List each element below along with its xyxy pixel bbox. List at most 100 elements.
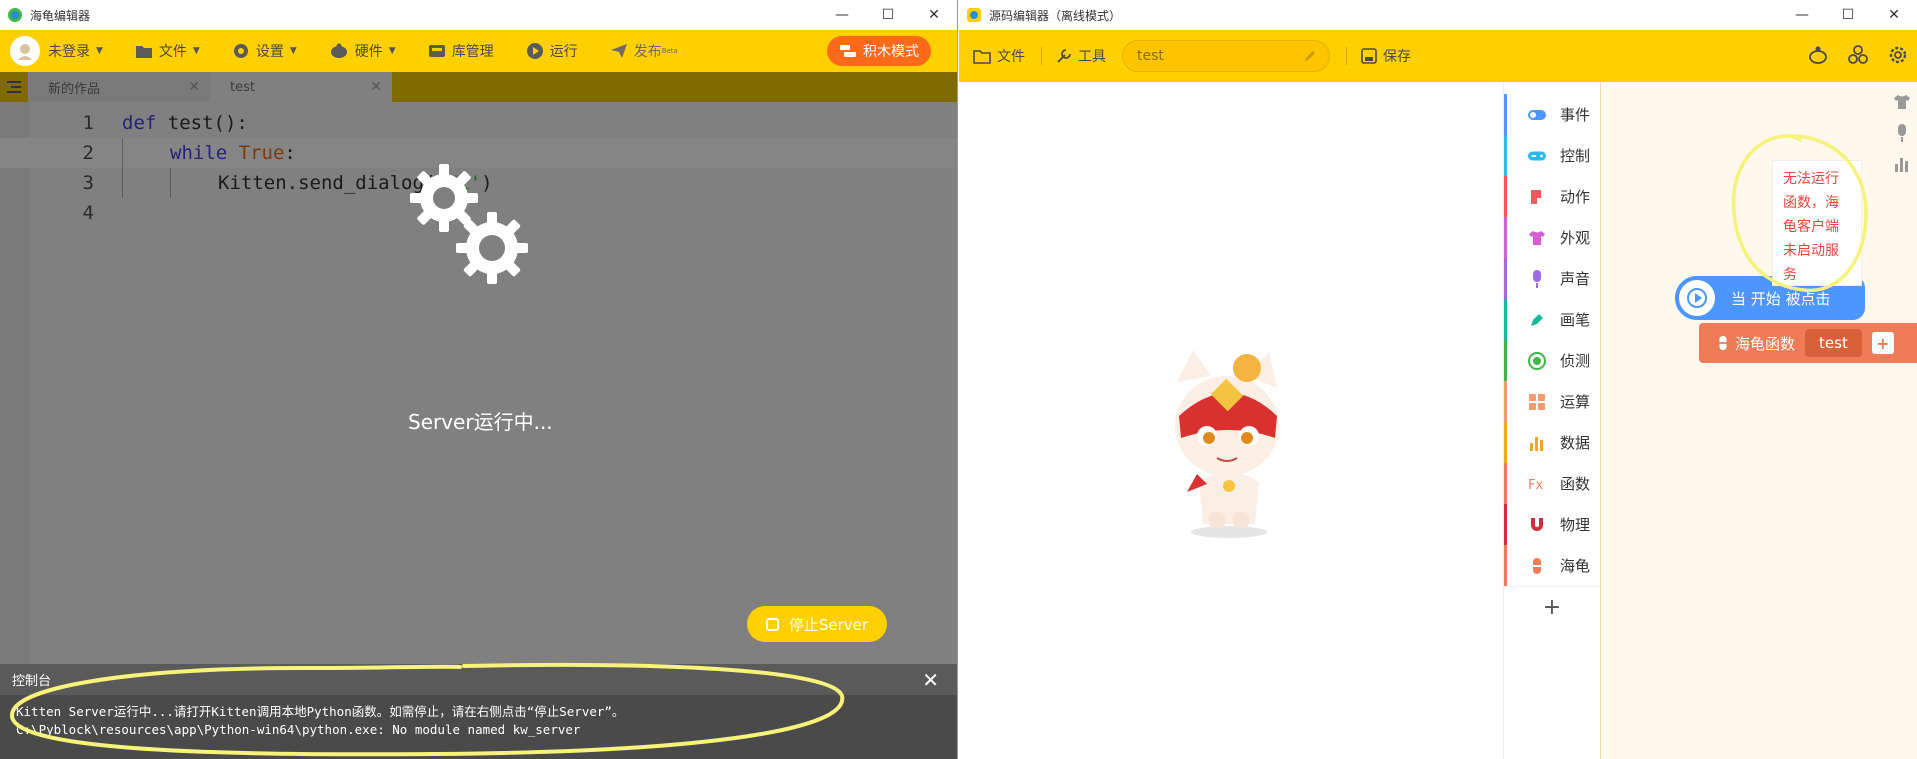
close-button[interactable]: ✕	[1871, 0, 1917, 30]
category-sound[interactable]: 声音	[1504, 258, 1600, 299]
toolbar-right-icons	[1789, 44, 1909, 66]
category-color-bar	[1504, 217, 1507, 258]
window-title: 源码编辑器（离线模式）	[989, 8, 1122, 23]
save-button[interactable]: 保存	[1361, 46, 1411, 66]
function-icon: Fx	[1528, 475, 1546, 493]
wrench-icon	[1057, 49, 1071, 63]
indent-guide	[170, 168, 171, 198]
outline-menu-icon[interactable]	[0, 72, 28, 102]
toolbar-divider	[1041, 47, 1042, 65]
library-manager-button[interactable]: 库管理	[428, 41, 494, 61]
category-looks[interactable]: 外观	[1504, 217, 1600, 258]
category-pen[interactable]: 画笔	[1504, 299, 1600, 340]
block-category-list: 事件 控制 动作 外观 声音 画笔 侦测 运算 数据 Fx 函数 物理 海龟 +	[1503, 82, 1601, 759]
line-number: 3	[82, 172, 94, 194]
hardware-menu[interactable]: 硬件 ▼	[329, 41, 396, 61]
maximize-button[interactable]: ☐	[865, 0, 911, 30]
title-bar: 海龟编辑器 — ☐ ✕	[0, 0, 957, 30]
kitten-character[interactable]	[1159, 342, 1299, 542]
category-color-bar	[1504, 463, 1507, 504]
code-text: def test():	[122, 112, 248, 134]
folder-icon	[135, 46, 152, 58]
block-mode-button[interactable]: 积木模式	[827, 36, 931, 66]
minimize-button[interactable]: —	[819, 0, 865, 30]
gear-icon[interactable]	[1887, 44, 1909, 66]
save-icon	[1361, 48, 1377, 64]
chevron-down-icon: ▼	[289, 46, 297, 56]
server-status-text: Server运行中...	[408, 410, 553, 434]
tools-menu[interactable]: 工具	[1056, 46, 1106, 66]
workspace-side-tools	[1887, 94, 1917, 186]
toggle-icon	[1528, 106, 1546, 124]
tab-new-work[interactable]: 新的作品 ✕	[28, 72, 210, 102]
magnet-icon	[1528, 516, 1546, 534]
turtle-icon[interactable]	[1807, 44, 1829, 66]
save-label: 保存	[1383, 49, 1411, 65]
category-label: 声音	[1560, 270, 1591, 288]
file-menu-label: 文件	[158, 44, 187, 60]
annotation-highlight-circle	[1731, 134, 1868, 293]
avatar[interactable]	[10, 36, 40, 66]
category-label: 数据	[1560, 434, 1591, 452]
stop-server-button[interactable]: 停止Server	[747, 606, 887, 642]
category-label: 动作	[1560, 188, 1591, 206]
radar-icon	[1528, 351, 1546, 370]
category-sensing[interactable]: 侦测	[1504, 340, 1600, 381]
close-icon[interactable]: ✕	[370, 79, 382, 95]
category-color-bar	[1504, 135, 1507, 176]
category-events[interactable]: 事件	[1504, 94, 1600, 135]
category-color-bar	[1504, 176, 1507, 217]
category-physics[interactable]: 物理	[1504, 504, 1600, 545]
tools-menu-label: 工具	[1078, 49, 1106, 65]
function-name-field[interactable]: test	[1805, 329, 1862, 357]
project-name-input[interactable]: test	[1122, 40, 1330, 72]
turtle-icon	[330, 43, 347, 58]
category-control[interactable]: 控制	[1504, 135, 1600, 176]
close-button[interactable]: ✕	[911, 0, 957, 30]
file-menu[interactable]: 文件	[973, 46, 1025, 66]
category-label: 外观	[1560, 229, 1591, 247]
python-icon	[1719, 335, 1727, 351]
pencil-icon	[1305, 51, 1315, 61]
category-color-bar	[1504, 340, 1507, 381]
library-manager-label: 库管理	[451, 44, 494, 60]
category-data[interactable]: 数据	[1504, 422, 1600, 463]
chevron-down-icon: ▼	[192, 46, 200, 56]
line-number: 1	[82, 112, 94, 134]
chart-icon[interactable]	[1894, 156, 1910, 172]
category-operators[interactable]: 运算	[1504, 381, 1600, 422]
microphone-icon[interactable]	[1895, 124, 1909, 142]
inbox-icon	[428, 45, 445, 57]
shirt-icon[interactable]	[1893, 94, 1911, 110]
hexagon-cluster-icon[interactable]	[1847, 44, 1869, 66]
toolbar-divider	[1346, 47, 1347, 65]
user-menu[interactable]: 未登录 ▼	[48, 41, 103, 61]
publish-button[interactable]: 发布 Beta	[610, 41, 678, 61]
add-argument-button[interactable]: +	[1871, 332, 1894, 354]
close-icon[interactable]: ✕	[922, 668, 939, 692]
title-bar: 源码编辑器（离线模式） — ☐ ✕	[959, 0, 1917, 30]
kitten-toolbar: 文件 工具 test 保存	[959, 30, 1917, 82]
gamepad-icon	[1528, 147, 1546, 165]
category-motion[interactable]: 动作	[1504, 176, 1600, 217]
add-extension-button[interactable]: +	[1504, 586, 1600, 627]
func-block-label: 海龟函数	[1735, 334, 1796, 353]
file-menu[interactable]: 文件 ▼	[135, 41, 200, 61]
category-label: 侦测	[1560, 352, 1591, 370]
turtle-function-block[interactable]: 海龟函数 test +	[1699, 323, 1917, 363]
stage-canvas[interactable]	[959, 82, 1503, 759]
maximize-button[interactable]: ☐	[1825, 0, 1871, 30]
settings-menu[interactable]: 设置 ▼	[232, 41, 297, 61]
tab-test[interactable]: test ✕	[210, 72, 392, 102]
turtle-editor-window: 海龟编辑器 — ☐ ✕ 未登录 ▼ 文件 ▼ 设置 ▼ 硬件 ▼ 库管理 运行 …	[0, 0, 958, 759]
close-icon[interactable]: ✕	[188, 79, 200, 95]
file-menu-label: 文件	[997, 49, 1025, 65]
category-functions[interactable]: Fx 函数	[1504, 463, 1600, 504]
run-button[interactable]: 运行	[526, 41, 578, 61]
category-turtle[interactable]: 海龟	[1504, 545, 1600, 586]
minimize-button[interactable]: —	[1779, 0, 1825, 30]
line-number: 4	[82, 202, 94, 224]
shirt-icon	[1528, 229, 1546, 247]
category-color-bar	[1504, 258, 1507, 299]
line-number: 2	[82, 142, 94, 164]
